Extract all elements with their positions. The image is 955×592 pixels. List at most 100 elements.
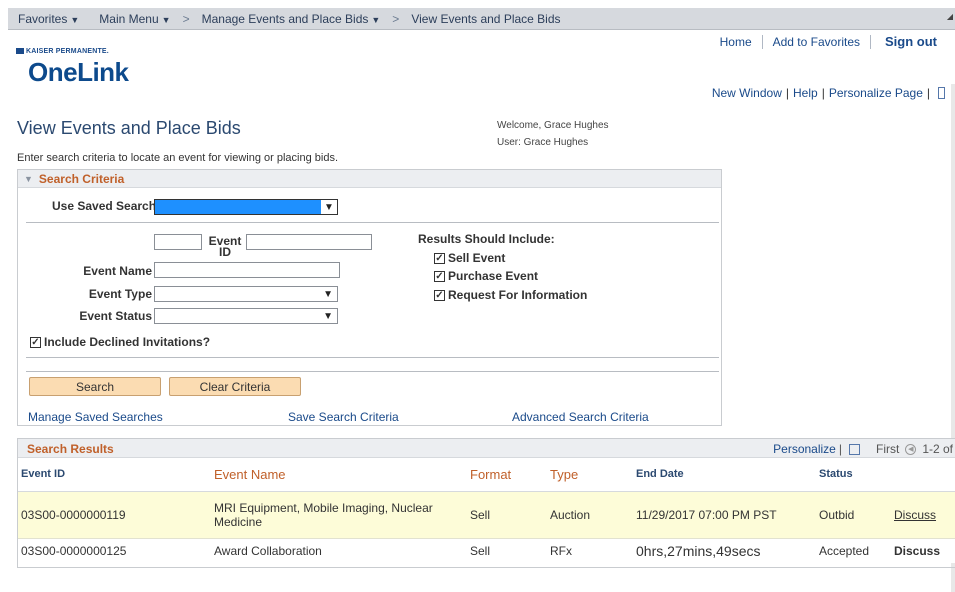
column-end-date[interactable]: End Date	[633, 458, 816, 492]
welcome-block: Welcome, Grace Hughes User: Grace Hughes	[497, 117, 609, 151]
breadcrumb-label: Manage Events and Place Bids	[201, 11, 369, 26]
format-cell: Sell	[467, 491, 547, 539]
welcome-text: Welcome, Grace Hughes	[497, 120, 609, 131]
event-id-link[interactable]: 03S00-0000000125	[18, 538, 211, 563]
results-include-label: Results Should Include:	[418, 232, 555, 246]
search-button[interactable]: Search	[29, 377, 161, 396]
table-header-row: Event ID Event Name Format Type End Date…	[18, 458, 955, 492]
advanced-search-link[interactable]: Advanced Search Criteria	[512, 410, 649, 424]
results-navigation: Personalize | First ◀ 1-2 of	[773, 442, 953, 456]
checkmark-icon: ✓	[30, 336, 41, 348]
header: KAISER PERMANENTE. OneLink Home Add to F…	[8, 30, 955, 87]
onelink-logo: OneLink	[28, 57, 129, 87]
search-criteria-header[interactable]: ▼ Search Criteria	[18, 170, 721, 188]
personalize-page-link[interactable]: Personalize Page	[829, 86, 923, 100]
purchase-event-checkbox[interactable]: ✓ Purchase Event	[434, 269, 538, 283]
utility-links: New Window | Help | Personalize Page |	[712, 86, 945, 100]
previous-arrow-icon[interactable]: ◀	[905, 443, 917, 455]
chevron-down-icon: ▼	[323, 289, 333, 300]
new-window-link[interactable]: New Window	[712, 86, 782, 100]
top-nav-bar: Favorites ▼ Main Menu ▼ > Manage Events an…	[8, 8, 955, 30]
column-format[interactable]: Format	[467, 458, 547, 492]
first-label[interactable]: First	[876, 442, 899, 456]
add-favorites-link[interactable]: Add to Favorites	[763, 35, 870, 49]
favorites-label: Favorites	[18, 11, 68, 26]
include-declined-label: Include Declined Invitations?	[44, 335, 211, 349]
event-id-input[interactable]	[246, 234, 372, 250]
event-status-label: Event Status	[79, 309, 152, 323]
main-menu-label: Main Menu	[99, 11, 159, 26]
brand-small-text: KAISER PERMANENTE.	[26, 48, 109, 55]
column-event-id[interactable]: Event ID	[18, 458, 211, 492]
event-name-cell: Award Collaboration	[211, 538, 467, 563]
brand-tagline: KAISER PERMANENTE.	[16, 48, 109, 55]
link-separator: |	[821, 86, 825, 100]
range-label: 1-2 of	[922, 442, 953, 456]
manage-saved-searches-link[interactable]: Manage Saved Searches	[28, 410, 163, 424]
type-cell: Auction	[547, 491, 633, 539]
instructions-text: Enter search criteria to locate an event…	[17, 152, 338, 164]
format-cell: Sell	[467, 538, 547, 563]
results-table: Event ID Event Name Format Type End Date…	[18, 458, 955, 563]
link-separator: |	[926, 86, 930, 100]
search-results-panel: Search Results Personalize | First ◀ 1-2…	[17, 438, 955, 568]
link-separator: |	[838, 442, 842, 456]
grid-view-icon[interactable]	[848, 443, 860, 455]
table-row: 03S00-0000000125 Award Collaboration Sel…	[18, 538, 955, 563]
column-discuss	[891, 458, 955, 492]
chevron-down-icon: ▼	[371, 14, 381, 25]
discuss-link[interactable]: Discuss	[891, 538, 955, 563]
breadcrumb-manage-events[interactable]: Manage Events and Place Bids ▼	[192, 12, 391, 26]
event-type-label: Event Type	[88, 287, 152, 301]
purchase-event-label: Purchase Event	[448, 269, 539, 283]
favorites-menu[interactable]: Favorites ▼	[8, 12, 89, 26]
breadcrumb-separator: >	[392, 11, 400, 26]
chevron-down-icon: ▼	[161, 14, 171, 25]
chevron-down-icon: ▼	[321, 200, 337, 214]
end-date-cell: 11/29/2017 07:00 PM PST	[633, 491, 816, 539]
divider	[26, 222, 719, 223]
sell-event-label: Sell Event	[448, 251, 506, 265]
search-results-header: Search Results Personalize | First ◀ 1-2…	[18, 439, 955, 458]
search-criteria-title: Search Criteria	[38, 171, 125, 186]
breadcrumb-view-events[interactable]: View Events and Place Bids	[401, 12, 570, 26]
saved-search-select[interactable]: ▼	[154, 199, 338, 215]
use-saved-search-label: Use Saved Search	[52, 199, 157, 213]
personalize-link[interactable]: Personalize	[773, 442, 836, 456]
table-row: 03S00-0000000119 MRI Equipment, Mobile I…	[18, 491, 955, 539]
event-name-cell: MRI Equipment, Mobile Imaging, Nuclear M…	[211, 491, 467, 539]
help-link[interactable]: Help	[793, 86, 818, 100]
home-link[interactable]: Home	[710, 35, 762, 49]
type-cell: RFx	[547, 538, 633, 563]
search-results-title: Search Results	[27, 442, 114, 456]
event-name-input[interactable]	[154, 262, 340, 278]
discuss-link[interactable]: Discuss	[891, 491, 955, 539]
divider	[26, 371, 719, 372]
event-id-prefix-input[interactable]	[154, 234, 202, 250]
rfi-checkbox[interactable]: ✓ Request For Information	[434, 288, 587, 302]
event-type-select[interactable]: ▼	[154, 286, 338, 302]
search-criteria-panel: ▼ Search Criteria Use Saved Search ▼ Eve…	[17, 169, 722, 426]
kaiser-logo-icon	[16, 48, 24, 55]
chevron-down-icon: ▼	[70, 14, 80, 25]
checkmark-icon: ✓	[434, 252, 445, 264]
event-id-link[interactable]: 03S00-0000000119	[18, 491, 211, 539]
page-icon[interactable]	[938, 87, 945, 99]
column-type[interactable]: Type	[547, 458, 633, 492]
sign-out-link[interactable]: Sign out	[871, 34, 937, 49]
save-search-criteria-link[interactable]: Save Search Criteria	[288, 410, 399, 424]
rfi-label: Request For Information	[448, 288, 588, 302]
scroll-up-arrow-icon[interactable]: ◢	[947, 12, 953, 21]
collapse-triangle-icon[interactable]: ▼	[24, 174, 33, 184]
header-links: Home Add to Favorites Sign out	[710, 34, 937, 49]
event-status-select[interactable]: ▼	[154, 308, 338, 324]
sell-event-checkbox[interactable]: ✓ Sell Event	[434, 251, 505, 265]
event-name-label: Event Name	[83, 264, 152, 278]
user-text: User: Grace Hughes	[497, 137, 589, 148]
column-event-name[interactable]: Event Name	[211, 458, 467, 492]
main-menu[interactable]: Main Menu ▼	[89, 12, 180, 26]
include-declined-checkbox[interactable]: ✓ Include Declined Invitations?	[30, 335, 210, 349]
breadcrumb-separator: >	[182, 11, 190, 26]
column-status[interactable]: Status	[816, 458, 891, 492]
clear-criteria-button[interactable]: Clear Criteria	[169, 377, 301, 396]
